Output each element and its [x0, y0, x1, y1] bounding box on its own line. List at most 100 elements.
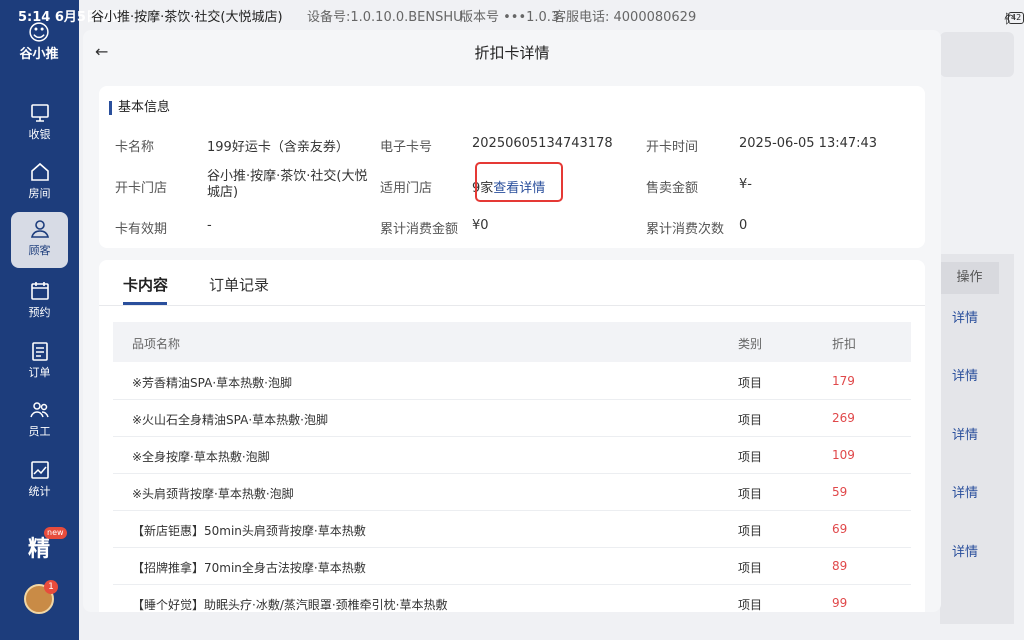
status-version: 版本号 •••1.0.3	[460, 10, 560, 25]
total-spent-label: 累计消费金额	[380, 222, 459, 237]
cashier-icon	[30, 104, 49, 122]
column-header-discount: 折扣	[832, 337, 857, 351]
item-name: 【睡个好觉】助眠头疗·冰敷/蒸汽眼罩·颈椎牵引枕·草本热敷	[132, 598, 448, 612]
card-name-value: 199好运卡（含亲友券）	[207, 140, 349, 155]
total-count-value: 0	[739, 218, 748, 233]
sidebar-item-orders[interactable]: 订单	[11, 334, 68, 390]
sidebar-item-label: 预约	[28, 306, 51, 319]
detail-link[interactable]: 详情	[952, 541, 978, 560]
sidebar-item-booking[interactable]: 预约	[11, 274, 68, 330]
section-title: 基本信息	[109, 101, 170, 115]
item-type: 项目	[738, 376, 763, 390]
highlight-annotation	[475, 162, 563, 202]
sidebar-item-staff[interactable]: 员工	[11, 393, 68, 449]
modal-header: ← 折扣卡详情	[83, 30, 941, 72]
new-badge: new	[44, 527, 67, 539]
staff-icon	[29, 402, 49, 418]
item-name: ※芳香精油SPA·草本热敷·泡脚	[132, 376, 292, 390]
item-type: 项目	[738, 598, 763, 612]
card-no-label: 电子卡号	[380, 140, 433, 155]
operation-column-header: 操作	[940, 262, 999, 294]
background-page: 操作 详情 详情 详情 详情 详情	[940, 32, 1014, 632]
sidebar-item-label: 收银	[28, 128, 51, 141]
table-row: 【睡个好觉】助眠头疗·冰敷/蒸汽眼罩·颈椎牵引枕·草本热敷 项目 99	[113, 585, 911, 612]
status-store-name: 谷小推·按摩·茶饮·社交(大悦城店)	[91, 10, 283, 25]
item-discount: 179	[832, 374, 855, 388]
item-name: ※全身按摩·草本热敷·泡脚	[132, 450, 270, 464]
card-no-value: 20250605134743178	[472, 136, 613, 151]
table-header: 品项名称 类别 折扣	[113, 322, 911, 362]
item-name: ※头肩颈背按摩·草本热敷·泡脚	[132, 487, 294, 501]
background-table: 操作 详情 详情 详情 详情 详情	[940, 254, 1014, 624]
column-header-item-name: 品项名称	[132, 337, 181, 351]
applicable-store-label: 适用门店	[380, 181, 433, 196]
sidebar-item-label: 订单	[28, 366, 51, 379]
sidebar: ☺ 谷小推 收银 房间 顾客 预约 订单 员工 统计 精 new 1	[0, 0, 79, 640]
item-discount: 99	[832, 596, 848, 610]
sidebar-item-rooms[interactable]: 房间	[11, 155, 68, 211]
validity-label: 卡有效期	[115, 222, 168, 237]
notification-badge: 1	[44, 580, 58, 594]
tab-bar: 卡内容 订单记录	[99, 260, 925, 306]
sidebar-item-cashier[interactable]: 收银	[11, 96, 68, 152]
item-discount: 89	[832, 559, 848, 573]
item-type: 项目	[738, 413, 763, 427]
item-name: ※火山石全身精油SPA·草本热敷·泡脚	[132, 413, 328, 427]
table-row: 【新店钜惠】50min头肩颈背按摩·草本热敷 项目 69	[113, 511, 911, 548]
total-count-label: 累计消费次数	[646, 222, 725, 237]
item-name: 【新店钜惠】50min头肩颈背按摩·草本热敷	[132, 524, 366, 538]
open-time-value: 2025-06-05 13:47:43	[739, 136, 878, 151]
item-type: 项目	[738, 524, 763, 538]
sidebar-item-label: 房间	[28, 187, 51, 200]
item-discount: 109	[832, 448, 855, 462]
user-icon	[30, 220, 49, 238]
battery-icon: 42	[1008, 12, 1024, 24]
sidebar-item-label: 顾客	[28, 244, 51, 257]
active-tab-indicator	[123, 302, 167, 305]
table-row: ※头肩颈背按摩·草本热敷·泡脚 项目 59	[113, 474, 911, 511]
validity-value: -	[207, 218, 212, 233]
detail-link[interactable]: 详情	[952, 424, 978, 443]
detail-link[interactable]: 详情	[952, 365, 978, 384]
calendar-icon	[30, 282, 49, 300]
logo-text: 谷小推	[19, 47, 59, 62]
sidebar-item-statistics[interactable]: 统计	[11, 453, 68, 509]
total-spent-value: ¥0	[472, 218, 489, 233]
open-time-label: 开卡时间	[646, 140, 699, 155]
card-name-label: 卡名称	[115, 140, 155, 155]
item-discount: 269	[832, 411, 855, 425]
sidebar-item-customers[interactable]: 顾客	[11, 212, 68, 268]
background-card	[940, 32, 1014, 77]
status-service-phone: 客服电话: 4000080629	[553, 10, 697, 25]
status-bar: 5:14 6月5日周四 谷小推·按摩·茶饮·社交(大悦城店) 设备号:1.0.1…	[0, 0, 1024, 27]
detail-link[interactable]: 详情	[952, 482, 978, 501]
item-name: 【招牌推拿】70min全身古法按摩·草本热敷	[132, 561, 366, 575]
table-row: ※全身按摩·草本热敷·泡脚 项目 109	[113, 437, 911, 474]
sidebar-item-label: 员工	[28, 425, 51, 438]
home-icon	[30, 162, 49, 181]
open-store-label: 开卡门店	[115, 181, 168, 196]
order-icon	[31, 342, 48, 361]
column-header-type: 类别	[738, 337, 763, 351]
item-type: 项目	[738, 561, 763, 575]
item-discount: 59	[832, 485, 848, 499]
open-store-value: 谷小推·按摩·茶饮·社交(大悦城店)	[207, 169, 368, 200]
sale-amount-label: 售卖金额	[646, 181, 699, 196]
sale-amount-value: ¥-	[739, 177, 752, 192]
status-device-no: 设备号:1.0.10.0.BENSHU	[307, 10, 463, 25]
detail-link[interactable]: 详情	[952, 307, 978, 326]
discount-card-detail-modal: ← 折扣卡详情 基本信息 卡名称 199好运卡（含亲友券） 电子卡号 20250…	[83, 30, 941, 612]
item-type: 项目	[738, 450, 763, 464]
tab-order-records[interactable]: 订单记录	[209, 274, 269, 295]
item-type: 项目	[738, 487, 763, 501]
brand-logo: ☺ 谷小推	[8, 22, 70, 76]
tab-card-content[interactable]: 卡内容	[123, 274, 168, 295]
table-row: 【招牌推拿】70min全身古法按摩·草本热敷 项目 89	[113, 548, 911, 585]
sidebar-item-label: 统计	[28, 485, 51, 498]
table-row: ※火山石全身精油SPA·草本热敷·泡脚 项目 269	[113, 400, 911, 437]
card-content-panel: 卡内容 订单记录 品项名称 类别 折扣 ※芳香精油SPA·草本热敷·泡脚 项目 …	[99, 260, 925, 612]
modal-title: 折扣卡详情	[474, 44, 550, 62]
item-discount: 69	[832, 522, 848, 536]
table-row: ※芳香精油SPA·草本热敷·泡脚 项目 179	[113, 363, 911, 400]
chart-icon	[30, 461, 49, 479]
